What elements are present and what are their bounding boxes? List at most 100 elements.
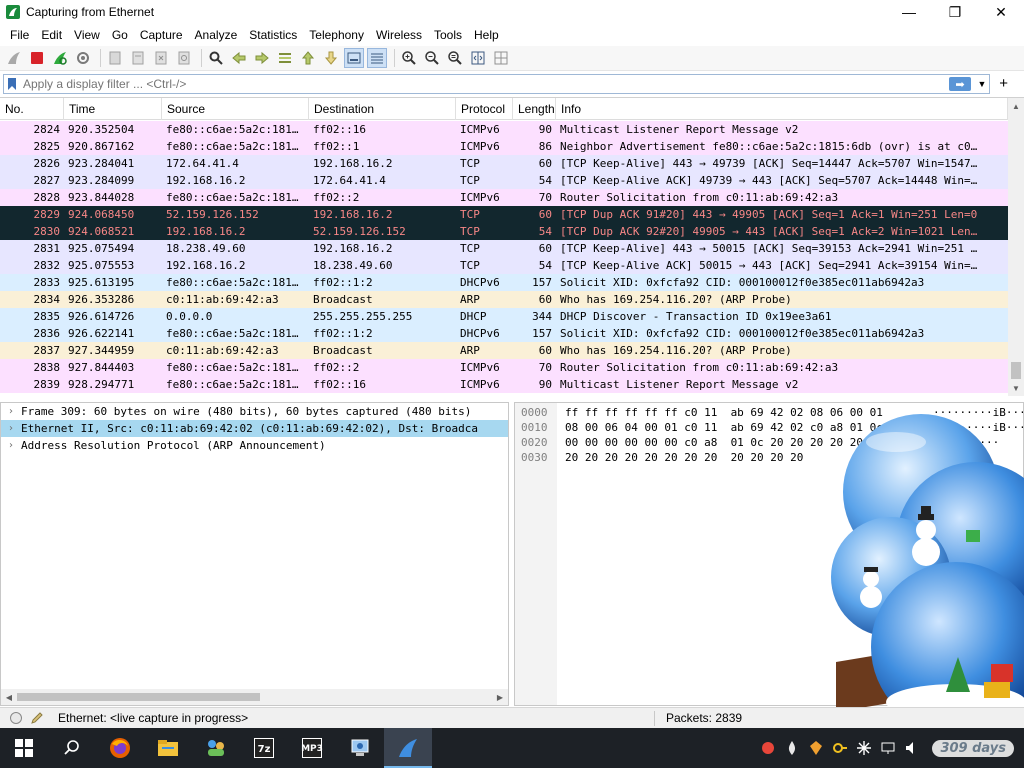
chevron-right-icon[interactable]: › (1, 437, 21, 454)
menu-tools[interactable]: Tools (428, 28, 468, 42)
autoscroll-button[interactable] (344, 48, 364, 68)
menu-statistics[interactable]: Statistics (243, 28, 303, 42)
tray-network-icon[interactable] (876, 728, 900, 768)
tray-app-icon[interactable] (756, 728, 780, 768)
packet-list-scrollbar[interactable]: ▲ ▼ (1008, 98, 1024, 396)
zoom-reset-button[interactable] (445, 48, 465, 68)
hex-ascii[interactable]: ·········iB····· (933, 405, 1023, 420)
chevron-right-icon[interactable]: › (1, 420, 21, 437)
menu-wireless[interactable]: Wireless (370, 28, 428, 42)
taskbar-network-app[interactable] (192, 728, 240, 768)
table-row[interactable]: 2829 924.068450 52.159.126.152 192.168.16.2… (0, 206, 1008, 223)
filter-history-dropdown[interactable]: ▼ (975, 79, 989, 89)
tray-volume-icon[interactable] (900, 728, 924, 768)
table-row[interactable]: 2836 926.622141 fe80::c6ae:5a2c:181… ff02::… (0, 325, 1008, 342)
hex-ascii[interactable]: ·········· (933, 435, 1023, 450)
hex-ascii[interactable] (933, 450, 1012, 465)
menu-telephony[interactable]: Telephony (303, 28, 370, 42)
scrollbar-thumb[interactable] (1011, 362, 1021, 379)
column-header-info[interactable]: Info (556, 98, 1008, 120)
table-row[interactable]: 2825 920.867162 fe80::c6ae:5a2c:181… ff02::… (0, 138, 1008, 155)
tree-item[interactable]: › Frame 309: 60 bytes on wire (480 bits),… (1, 403, 508, 420)
zoom-in-button[interactable] (399, 48, 419, 68)
hex-bytes[interactable]: 08 00 06 04 00 01 c0 11 ab 69 42 02 c0 a… (565, 420, 883, 435)
taskbar-remote-app[interactable] (336, 728, 384, 768)
hex-bytes[interactable]: 00 00 00 00 00 00 c0 a8 01 0c 20 20 20 2… (565, 435, 883, 450)
table-row[interactable]: 2824 920.352504 fe80::c6ae:5a2c:181… ff02::… (0, 121, 1008, 138)
restart-capture-button[interactable] (50, 48, 70, 68)
taskbar-search-button[interactable] (48, 728, 96, 768)
table-row[interactable]: 2827 923.284099 192.168.16.2 172.64.41.4 TCP… (0, 172, 1008, 189)
table-row[interactable]: 2837 927.344959 c0:11:ab:69:42:a3 Broadcast… (0, 342, 1008, 359)
scroll-down-icon[interactable]: ▼ (1008, 380, 1024, 396)
tree-item[interactable]: › Ethernet II, Src: c0:11:ab:69:42:02 (c0… (1, 420, 508, 437)
menu-view[interactable]: View (68, 28, 106, 42)
go-to-packet-button[interactable] (275, 48, 295, 68)
hex-ascii[interactable]: ·········iB····· (933, 420, 1023, 435)
capture-options-button[interactable] (73, 48, 93, 68)
open-file-button[interactable] (105, 48, 125, 68)
save-file-button[interactable] (128, 48, 148, 68)
tray-app-icon[interactable] (852, 728, 876, 768)
taskbar-firefox[interactable] (96, 728, 144, 768)
filter-bookmark-button[interactable] (4, 75, 20, 93)
scrollbar-thumb[interactable] (17, 693, 260, 701)
table-row[interactable]: 2828 923.844028 fe80::c6ae:5a2c:181… ff02::… (0, 189, 1008, 206)
menu-edit[interactable]: Edit (35, 28, 68, 42)
table-row[interactable]: 2833 925.613195 fe80::c6ae:5a2c:181… ff02::… (0, 274, 1008, 291)
start-button[interactable] (0, 728, 48, 768)
tray-app-icon[interactable] (780, 728, 804, 768)
close-file-button[interactable] (151, 48, 171, 68)
apply-filter-button[interactable]: ➡ (949, 77, 971, 91)
stop-capture-button[interactable] (27, 48, 47, 68)
table-row[interactable]: 2832 925.075553 192.168.16.2 18.238.49.60 TC… (0, 257, 1008, 274)
maximize-button[interactable]: ❐ (932, 0, 978, 24)
column-header-destination[interactable]: Destination (309, 98, 456, 120)
resize-columns-button[interactable] (468, 48, 488, 68)
scroll-right-icon[interactable]: ▶ (492, 689, 508, 705)
table-row[interactable]: 2834 926.353286 c0:11:ab:69:42:a3 Broadcast… (0, 291, 1008, 308)
add-filter-button[interactable]: + (999, 75, 1008, 92)
menu-help[interactable]: Help (468, 28, 505, 42)
last-packet-button[interactable] (321, 48, 341, 68)
menu-analyze[interactable]: Analyze (189, 28, 244, 42)
taskbar-wireshark[interactable] (384, 728, 432, 768)
table-row[interactable]: 2826 923.284041 172.64.41.4 192.168.16.2 TCP… (0, 155, 1008, 172)
table-row[interactable]: 2835 926.614726 0.0.0.0 255.255.255.255 DHCP… (0, 308, 1008, 325)
start-capture-button[interactable] (4, 48, 24, 68)
table-row[interactable]: 2830 924.068521 192.168.16.2 52.159.126.152… (0, 223, 1008, 240)
edit-comment-icon[interactable] (30, 711, 44, 725)
table-row[interactable]: 2838 927.844403 fe80::c6ae:5a2c:181… ff02::… (0, 359, 1008, 376)
go-back-button[interactable] (229, 48, 249, 68)
menu-go[interactable]: Go (106, 28, 134, 42)
hex-bytes[interactable]: ff ff ff ff ff ff c0 11 ab 69 42 02 08 0… (565, 405, 883, 420)
close-button[interactable]: ✕ (978, 0, 1024, 24)
taskbar-mp3-app[interactable]: MP3 (288, 728, 336, 768)
scroll-up-icon[interactable]: ▲ (1008, 98, 1024, 114)
scroll-left-icon[interactable]: ◀ (1, 689, 17, 705)
expert-info-icon[interactable] (10, 712, 22, 724)
tray-app-icon[interactable] (804, 728, 828, 768)
find-packet-button[interactable] (206, 48, 226, 68)
details-horizontal-scrollbar[interactable]: ◀ ▶ (1, 689, 508, 705)
table-row[interactable]: 2839 928.294771 fe80::c6ae:5a2c:181… ff02::… (0, 376, 1008, 393)
hex-bytes[interactable]: 20 20 20 20 20 20 20 20 20 20 20 20 (565, 450, 803, 465)
first-packet-button[interactable] (298, 48, 318, 68)
table-row[interactable]: 2831 925.075494 18.238.49.60 192.168.16.2 TC… (0, 240, 1008, 257)
tray-app-icon[interactable] (828, 728, 852, 768)
column-header-no[interactable]: No. (0, 98, 64, 120)
colorize-button[interactable] (367, 48, 387, 68)
zoom-out-button[interactable] (422, 48, 442, 68)
column-header-protocol[interactable]: Protocol (456, 98, 513, 120)
menu-capture[interactable]: Capture (134, 28, 189, 42)
chevron-right-icon[interactable]: › (1, 403, 21, 420)
column-header-time[interactable]: Time (64, 98, 162, 120)
reload-file-button[interactable] (174, 48, 194, 68)
taskbar-7zip[interactable]: 7z (240, 728, 288, 768)
column-header-source[interactable]: Source (162, 98, 309, 120)
menu-file[interactable]: File (4, 28, 35, 42)
taskbar-file-explorer[interactable] (144, 728, 192, 768)
layout-button[interactable] (491, 48, 511, 68)
minimize-button[interactable]: — (886, 0, 932, 24)
display-filter-input[interactable] (20, 75, 949, 93)
